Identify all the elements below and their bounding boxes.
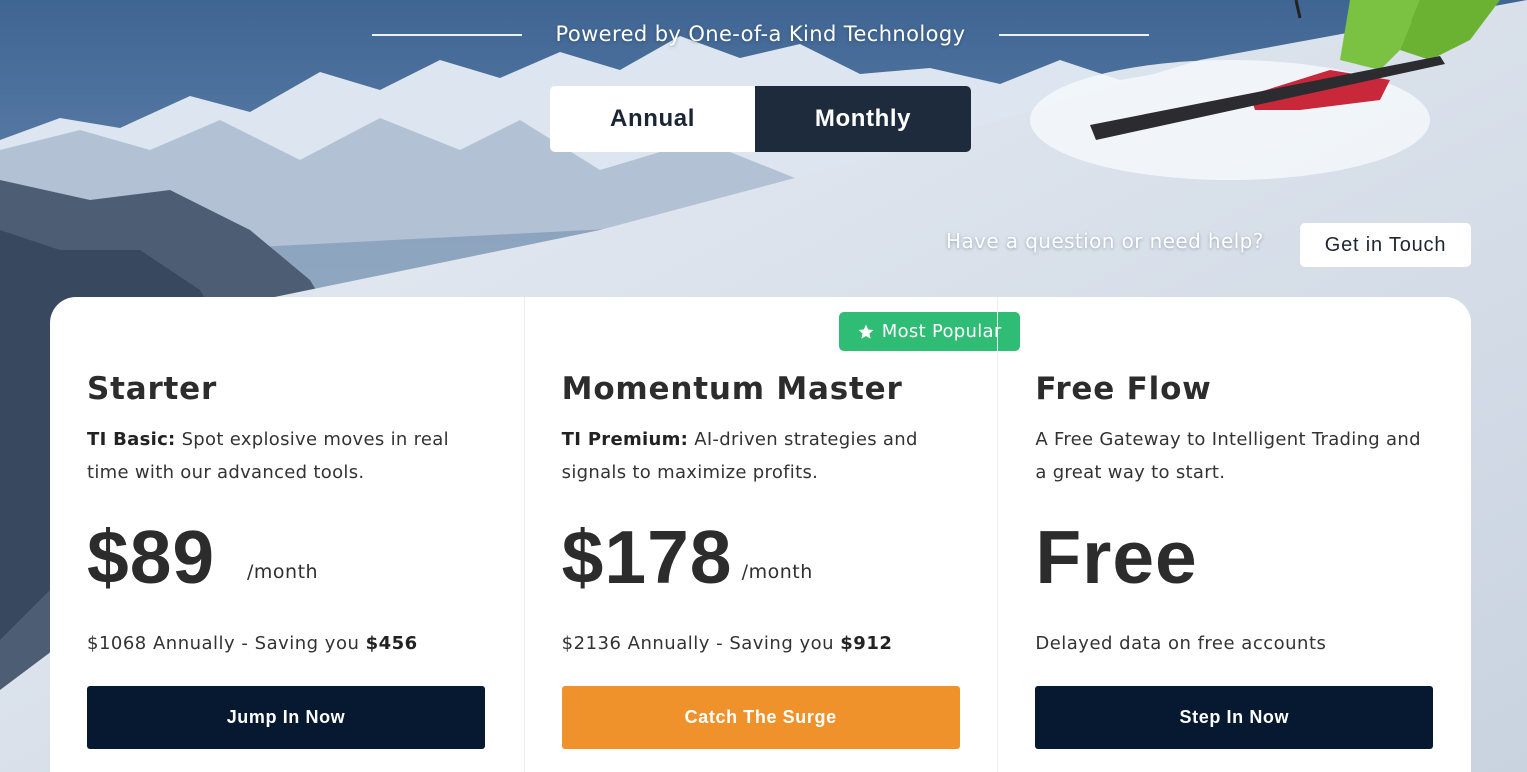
- plan-name: Starter: [87, 371, 218, 407]
- plan-savings-amount: $456: [365, 633, 418, 654]
- plan-free-flow: Free Flow A Free Gateway to Intelligent …: [997, 297, 1471, 772]
- plan-description: TI Premium: AI-driven strategies and sig…: [562, 423, 962, 489]
- billing-period-toggle: Annual Monthly: [550, 86, 971, 152]
- plan-savings-amount: $912: [840, 633, 893, 654]
- plan-tier-label: TI Premium:: [561, 429, 689, 450]
- badge-label: Most Popular: [881, 321, 1002, 342]
- step-in-now-button[interactable]: Step In Now: [1035, 686, 1434, 749]
- help-question-text: Have a question or need help?: [946, 229, 1264, 253]
- jump-in-now-button[interactable]: Jump In Now: [87, 686, 485, 749]
- toggle-monthly[interactable]: Monthly: [755, 86, 971, 152]
- plan-annual-note: $1068 Annually - Saving you $456: [87, 633, 418, 654]
- plan-name: Free Flow: [1035, 371, 1212, 407]
- tagline-divider-left: [372, 34, 522, 36]
- plan-momentum-master: Most Popular Momentum Master TI Premium:…: [523, 297, 1020, 772]
- plan-annual-note: $2136 Annually - Saving you $912: [562, 633, 893, 654]
- plan-starter: Starter TI Basic: Spot explosive moves i…: [50, 297, 524, 772]
- star-icon: [858, 324, 874, 339]
- toggle-annual[interactable]: Annual: [550, 86, 755, 152]
- plan-description: TI Basic: Spot explosive moves in real t…: [87, 423, 487, 489]
- most-popular-badge: Most Popular: [838, 312, 1020, 351]
- catch-the-surge-button[interactable]: Catch The Surge: [561, 686, 960, 749]
- plan-name: Momentum Master: [561, 371, 903, 407]
- plan-price: Free: [1035, 515, 1198, 599]
- plan-price-period: /month: [247, 561, 319, 583]
- plan-tier-label: TI Basic:: [87, 429, 176, 450]
- plan-price: $178: [561, 515, 733, 599]
- plan-description: A Free Gateway to Intelligent Trading an…: [1035, 429, 1421, 483]
- plan-annual-note-text: $1068 Annually - Saving you: [87, 633, 366, 654]
- tagline-divider-right: [999, 34, 1149, 36]
- get-in-touch-button[interactable]: Get in Touch: [1300, 223, 1471, 267]
- plan-annual-note-text: $2136 Annually - Saving you: [561, 633, 841, 654]
- plan-price: $89: [87, 515, 216, 599]
- tagline-row: Powered by One-of-a Kind Technology: [372, 18, 1149, 50]
- tagline: Powered by One-of-a Kind Technology: [555, 22, 966, 46]
- plan-annual-note: Delayed data on free accounts: [1035, 633, 1327, 654]
- pricing-table: Starter TI Basic: Spot explosive moves i…: [50, 297, 1471, 772]
- plan-price-period: /month: [741, 561, 813, 583]
